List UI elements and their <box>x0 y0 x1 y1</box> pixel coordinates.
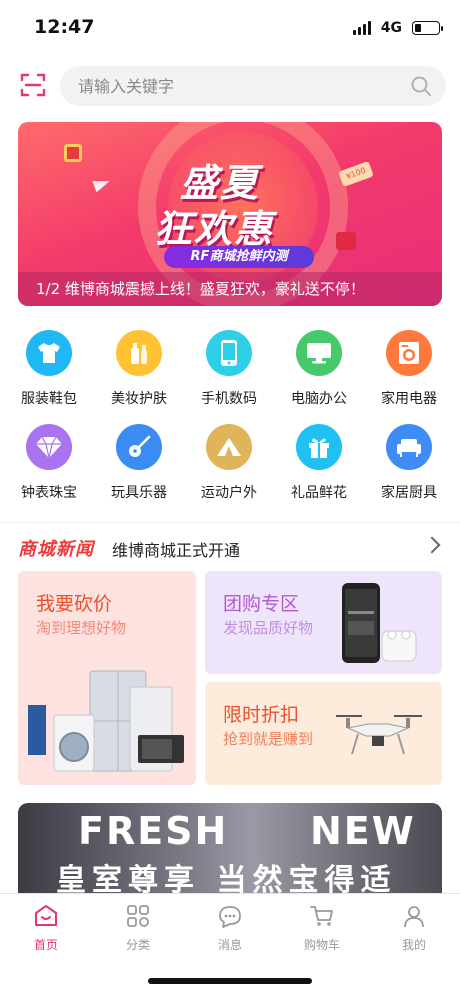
promo-banner[interactable]: ¥100 盛夏 狂欢惠 RF商城抢鲜内测 1/2 维博商城震撼上线！盛夏狂欢，豪… <box>18 122 442 306</box>
status-indicators: 4G <box>352 20 443 36</box>
group-buy-card[interactable]: 团购专区 发现品质好物 <box>205 571 442 674</box>
chevron-right-icon[interactable] <box>423 536 441 554</box>
red-envelope-icon <box>336 232 356 250</box>
category-label: 运动户外 <box>201 485 257 501</box>
news-ticker[interactable]: 商城新闻 维博商城正式开通 <box>0 522 460 570</box>
gift-box-icon <box>64 144 82 162</box>
category-label: 家居厨具 <box>381 485 437 501</box>
flash-sale-subtitle: 抢到就是赚到 <box>223 730 314 748</box>
banner-badge: RF商城抢鲜内测 <box>164 246 314 268</box>
new-word: NEW <box>310 809 416 853</box>
tab-label: 首页 <box>33 938 58 952</box>
category-outdoor[interactable]: 运动户外 <box>194 424 264 502</box>
gift-icon <box>296 424 342 470</box>
monitor-icon <box>296 330 342 376</box>
fresh-slogan: 皇室尊享 当然宝得适 <box>56 863 397 895</box>
fresh-word: FRESH <box>78 809 229 853</box>
status-time: 12:47 <box>34 16 95 38</box>
bargain-card[interactable]: 我要砍价 淘到理想好物 <box>18 571 196 785</box>
category-label: 电脑办公 <box>291 391 347 407</box>
phone-icon <box>206 330 252 376</box>
category-computer[interactable]: 电脑办公 <box>284 330 354 408</box>
category-toys[interactable]: 玩具乐器 <box>104 424 174 502</box>
tab-label: 分类 <box>125 938 150 952</box>
message-icon <box>219 906 241 928</box>
home-icon <box>35 905 57 926</box>
category-label: 玩具乐器 <box>111 485 167 501</box>
category-phone[interactable]: 手机数码 <box>194 330 264 408</box>
cart-icon <box>310 906 333 926</box>
bargain-title: 我要砍价 <box>36 593 113 615</box>
banner-title-line2: 狂欢惠 <box>154 207 275 251</box>
group-buy-subtitle: 发现品质好物 <box>223 619 314 637</box>
tshirt-icon <box>26 330 72 376</box>
tab-label: 我的 <box>401 938 426 952</box>
category-appliances[interactable]: 家用电器 <box>374 330 444 408</box>
battery-icon <box>412 21 443 35</box>
news-headline[interactable]: 维博商城正式开通 <box>112 537 240 561</box>
sofa-icon <box>386 424 432 470</box>
search-box[interactable] <box>60 66 446 106</box>
tab-cart[interactable]: 购物车 <box>276 894 368 953</box>
tab-category[interactable]: 分类 <box>92 894 184 953</box>
flash-sale-title: 限时折扣 <box>223 704 300 726</box>
category-jewelry[interactable]: 钟表珠宝 <box>14 424 84 502</box>
search-row <box>0 64 460 108</box>
category-home[interactable]: 家居厨具 <box>374 424 444 502</box>
network-label: 4G <box>380 20 402 36</box>
category-label: 家用电器 <box>381 391 437 407</box>
fresh-new-banner[interactable]: FRESH NEW 皇室尊享 当然宝得适 <box>18 803 442 895</box>
paper-plane-icon <box>92 175 112 193</box>
search-icon[interactable] <box>410 75 432 97</box>
washer-icon <box>386 330 432 376</box>
group-buy-title: 团购专区 <box>223 593 300 615</box>
category-label: 美妆护肤 <box>111 391 167 407</box>
category-icon <box>127 905 149 927</box>
category-label: 钟表珠宝 <box>21 485 77 501</box>
category-label: 服装鞋包 <box>21 391 77 407</box>
tab-messages[interactable]: 消息 <box>184 894 276 953</box>
news-brand: 商城新闻 <box>18 539 94 560</box>
tent-icon <box>206 424 252 470</box>
category-clothing[interactable]: 服装鞋包 <box>14 330 84 408</box>
tab-label: 购物车 <box>303 938 340 952</box>
flash-sale-card[interactable]: 限时折扣 抢到就是赚到 <box>205 682 442 785</box>
status-bar: 12:47 4G <box>0 0 460 56</box>
drone-image <box>336 715 422 755</box>
category-label: 礼品鲜花 <box>291 485 347 501</box>
guitar-icon <box>116 424 162 470</box>
tab-label: 消息 <box>217 938 242 952</box>
phone-earbuds-image <box>342 583 417 663</box>
home-indicator[interactable] <box>148 978 312 984</box>
search-input[interactable] <box>78 66 398 106</box>
category-cosmetics[interactable]: 美妆护肤 <box>104 330 174 408</box>
coupon-tag: ¥100 <box>338 161 374 187</box>
banner-caption: 1/2 维博商城震撼上线！盛夏狂欢，豪礼送不停！ <box>18 272 442 306</box>
category-gifts[interactable]: 礼品鲜花 <box>284 424 354 502</box>
tab-home[interactable]: 首页 <box>0 894 92 953</box>
signal-icon <box>352 21 371 35</box>
tab-profile[interactable]: 我的 <box>368 894 460 953</box>
appliances-image <box>28 670 184 772</box>
diamond-icon <box>26 424 72 470</box>
bottom-tab-bar: 首页 分类 消息 购物车 我的 <box>0 893 460 953</box>
category-label: 手机数码 <box>201 391 257 407</box>
cosmetics-icon <box>116 330 162 376</box>
scan-icon[interactable] <box>20 72 46 98</box>
user-icon <box>404 906 424 928</box>
bargain-subtitle: 淘到理想好物 <box>36 619 127 637</box>
